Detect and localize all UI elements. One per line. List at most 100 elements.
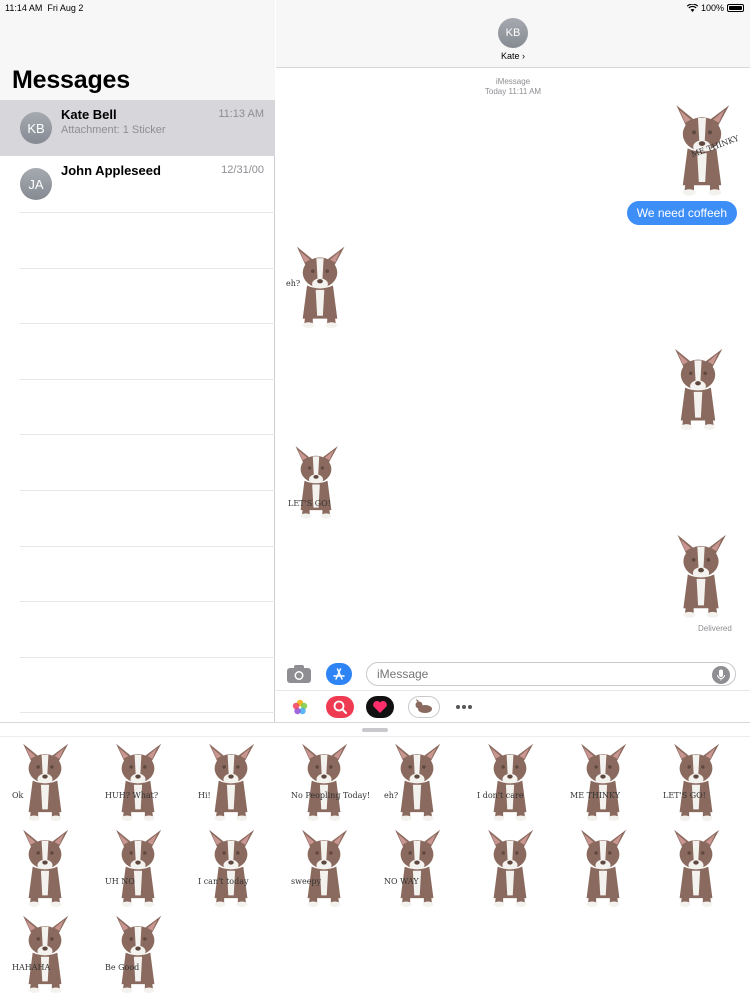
sticker-message[interactable] (660, 532, 742, 620)
app-store-icon (333, 668, 345, 680)
camera-icon[interactable] (286, 664, 312, 684)
sticker-option[interactable] (657, 827, 735, 909)
message-bubble[interactable]: We need coffeeh (626, 201, 737, 225)
digital-touch-button[interactable] (366, 696, 394, 718)
sticker-caption: UH NO (105, 877, 135, 886)
dog-sticker-image (581, 829, 627, 907)
dog-sticker-image (488, 743, 534, 821)
sticker-caption: Ok (12, 791, 24, 800)
sticker-option[interactable]: eh? (378, 741, 456, 823)
sticker-caption: LET'S GO! (288, 499, 331, 508)
divider (20, 323, 275, 324)
dog-sticker-image (209, 743, 255, 821)
dog-sticker-image (23, 743, 69, 821)
app-drawer (276, 690, 750, 722)
sticker-option[interactable]: sweepy (285, 827, 363, 909)
sticker-caption: ME THINKY (570, 791, 621, 800)
sticker-option[interactable]: I don't care (471, 741, 549, 823)
dog-sticker-image (674, 743, 720, 821)
sticker-caption: sweepy (291, 877, 322, 886)
sticker-message[interactable]: eh? (284, 233, 356, 341)
divider (20, 434, 275, 435)
dog-sticker-image (395, 829, 441, 907)
sticker-option[interactable]: No Peopling Today! (285, 741, 370, 823)
divider (20, 712, 275, 713)
sticker-option[interactable]: HAHAHA (6, 913, 84, 995)
conversation-john-appleseed[interactable]: JA John Appleseed 12/31/00 (0, 156, 275, 212)
dog-sticker-image (302, 743, 348, 821)
conversation-preview: Attachment: 1 Sticker (61, 124, 166, 136)
photos-icon (292, 699, 308, 715)
message-input[interactable] (366, 662, 736, 686)
sticker-option[interactable]: Hi! (192, 741, 270, 823)
service-label: iMessage (495, 77, 531, 86)
contact-avatar[interactable]: KB (498, 18, 528, 48)
sticker-option[interactable]: Ok (6, 741, 84, 823)
microphone-icon (717, 669, 725, 681)
microphone-button[interactable] (712, 666, 730, 684)
compose-bar (276, 658, 750, 688)
conversation-kate-bell[interactable]: KB Kate Bell Attachment: 1 Sticker 11:13… (0, 100, 275, 156)
conversation-name: John Appleseed (61, 163, 161, 178)
sticker-caption: HUH? What? (105, 791, 159, 800)
divider (20, 657, 275, 658)
photos-app-button[interactable] (286, 696, 314, 718)
sticker-option[interactable] (6, 827, 84, 909)
sticker-browser: Ok HUH? What? Hi! No Peopling Today! eh?… (0, 722, 750, 1000)
battery-icon (727, 4, 744, 12)
sticker-option[interactable]: NO WAY (378, 827, 456, 909)
divider (20, 212, 275, 213)
sticker-option[interactable]: HUH? What? (99, 741, 177, 823)
divider (20, 268, 275, 269)
wifi-icon (686, 4, 698, 12)
dog-sticker-image (488, 829, 534, 907)
divider (20, 379, 275, 380)
more-apps-button[interactable] (450, 696, 478, 718)
page-title: Messages (12, 66, 130, 94)
sticker-message[interactable]: ME THINKY (662, 102, 742, 198)
status-bar: 11:14 AM Fri Aug 2 100% (0, 0, 750, 16)
digital-touch-icon (373, 700, 387, 713)
contact-name[interactable]: Kate › (276, 51, 750, 61)
conversation-date: 11:13 AM (218, 108, 264, 120)
divider (20, 546, 275, 547)
dog-sticker-image (23, 829, 69, 907)
status-right: 100% (686, 3, 744, 13)
divider (20, 601, 275, 602)
sticker-option[interactable]: UH NO (99, 827, 177, 909)
sticker-option[interactable] (471, 827, 549, 909)
dog-sticker-image (674, 829, 720, 907)
sticker-option[interactable]: LET'S GO! (657, 741, 735, 823)
sticker-option[interactable]: ME THINKY (564, 741, 642, 823)
sticker-pack-button[interactable] (408, 696, 440, 718)
dog-sticker-image (116, 743, 162, 821)
app-store-button[interactable] (326, 663, 352, 685)
dog-sticker-image (302, 829, 348, 907)
sticker-caption: HAHAHA (12, 963, 51, 972)
message-timestamp: Today 11:11 AM (484, 87, 542, 96)
drawer-grabber[interactable] (362, 728, 388, 732)
status-time: 11:14 AM Fri Aug 2 (5, 3, 84, 13)
sticker-option[interactable]: Be Good (99, 913, 177, 995)
sticker-caption: Hi! (198, 791, 211, 800)
sticker-message[interactable] (654, 346, 742, 432)
sticker-caption: I can't today (198, 877, 249, 886)
sticker-option[interactable] (564, 827, 642, 909)
dog-sticker-image (116, 829, 162, 907)
sticker-caption: eh? (384, 791, 399, 800)
sticker-option[interactable]: I can't today (192, 827, 270, 909)
sticker-caption: No Peopling Today! (291, 791, 371, 800)
image-search-button[interactable] (326, 696, 354, 718)
sticker-pack-icon (415, 699, 432, 713)
sticker-caption: I don't care (477, 791, 524, 800)
divider (0, 736, 750, 737)
sticker-caption: NO WAY (384, 877, 419, 886)
sticker-caption: eh? (286, 279, 301, 288)
conversation-name: Kate Bell (61, 107, 117, 122)
sticker-message[interactable]: LET'S GO! (284, 437, 348, 527)
dog-sticker-image (23, 915, 69, 993)
dog-sticker-image (209, 829, 255, 907)
battery-percent: 100% (700, 3, 724, 13)
divider (20, 490, 275, 491)
dog-sticker-image (395, 743, 441, 821)
